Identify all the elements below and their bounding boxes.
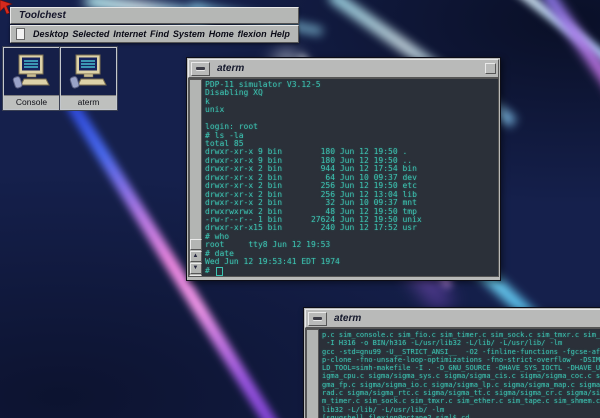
terminal-line: [sgugshell flexion@octane2 sim]$ cd .. <box>322 414 600 418</box>
terminal-line: root tty8 Jun 12 19:53 <box>205 241 498 249</box>
icon-label: Console <box>4 95 59 109</box>
terminal-line: drwxr-xr-x15 bin 240 Jun 12 17:52 usr <box>205 224 498 232</box>
terminal-line: igma_cpu.c sigma/sigma_sys.c sigma/sigma… <box>322 372 600 380</box>
scroll-up-button[interactable]: ▲ <box>190 251 202 262</box>
aterm-window-build: aterm p.c sim_console.c sim_fio.c sim_ti… <box>303 307 600 418</box>
menu-item[interactable]: flexion <box>238 29 267 39</box>
terminal-output[interactable]: p.c sim_console.c sim_fio.c sim_timer.c … <box>319 329 600 418</box>
terminal-line: gcc -std=gnu99 -U__STRICT_ANSI__ -O2 -fi… <box>322 348 600 356</box>
terminal-computer-icon <box>4 48 59 95</box>
toolchest-titlebar[interactable]: Toolchest <box>10 7 299 24</box>
window-titlebar[interactable]: aterm <box>305 309 600 328</box>
terminal-prompt: # <box>205 267 498 276</box>
light-streak <box>502 0 600 75</box>
menu-item[interactable]: Selected <box>72 29 109 39</box>
page-icon <box>16 28 25 40</box>
terminal-line: p-clone -fno-unsafe-loop-optimizations -… <box>322 356 600 364</box>
scrollbar[interactable] <box>306 329 319 418</box>
terminal-computer-icon <box>61 48 116 95</box>
desktop: Toolchest DesktopSelected Internet Find Sys… <box>0 0 600 418</box>
terminal-line: k <box>205 98 498 106</box>
desktop-icon-console[interactable]: Console <box>3 47 60 110</box>
window-menu-icon <box>313 317 322 320</box>
window-menu-icon <box>196 67 205 70</box>
terminal-line: Disabling XQ <box>205 89 498 97</box>
window-title: aterm <box>210 63 485 74</box>
toolchest-menubar: DesktopSelected Internet Find System Homefle… <box>10 25 299 43</box>
terminal-line: gma_fp.c sigma/sigma_io.c sigma/sigma_lp… <box>322 381 600 389</box>
toolchest-window: Toolchest DesktopSelected Internet Find Sys… <box>10 7 299 43</box>
terminal-line: unix <box>205 106 498 114</box>
scroll-down-button[interactable]: ▼ <box>190 263 202 274</box>
menu-item[interactable]: Internet <box>113 29 146 39</box>
window-menu-button[interactable] <box>308 312 327 326</box>
icon-label: aterm <box>61 95 116 109</box>
menu-item[interactable]: Home <box>209 29 234 39</box>
mouse-pointer-icon <box>0 0 14 15</box>
window-title: aterm <box>327 313 600 324</box>
menu-item[interactable]: System <box>173 29 205 39</box>
menu-item[interactable]: Find <box>150 29 169 39</box>
maximize-button[interactable] <box>485 63 496 74</box>
prompt-text: # <box>205 267 215 275</box>
terminal-line: m_timer.c sim_sock.c sim_tmxr.c sim_ethe… <box>322 397 600 405</box>
text-cursor <box>216 267 223 276</box>
terminal-line: login: root <box>205 123 498 131</box>
window-menu-button[interactable] <box>191 62 210 76</box>
terminal-line: Wed Jun 12 19:53:41 EDT 1974 <box>205 258 498 266</box>
scroll-thumb-button[interactable] <box>190 239 202 250</box>
aterm-window-pdp11: aterm ▲ ▼ PDP-11 simulator V3.12-5Disabl… <box>186 57 501 281</box>
toolchest-menu-items: DesktopSelected Internet Find System Homefle… <box>33 29 290 39</box>
terminal-output[interactable]: PDP-11 simulator V3.12-5Disabling XQkuni… <box>202 79 498 276</box>
menu-item[interactable]: Desktop <box>33 29 69 39</box>
menu-item[interactable]: Help <box>270 29 290 39</box>
window-titlebar[interactable]: aterm <box>188 59 499 78</box>
terminal-line: # ls -la <box>205 132 498 140</box>
terminal-line: -I H316 -o BIN/h316 -L/usr/lib32 -L/lib/… <box>322 339 600 347</box>
terminal-line: lib32 -L/lib/ -L/usr/lib/ -lm <box>322 406 600 414</box>
desktop-icon-aterm[interactable]: aterm <box>60 47 117 110</box>
scrollbar[interactable]: ▲ ▼ <box>189 79 202 276</box>
light-streak <box>540 0 600 117</box>
